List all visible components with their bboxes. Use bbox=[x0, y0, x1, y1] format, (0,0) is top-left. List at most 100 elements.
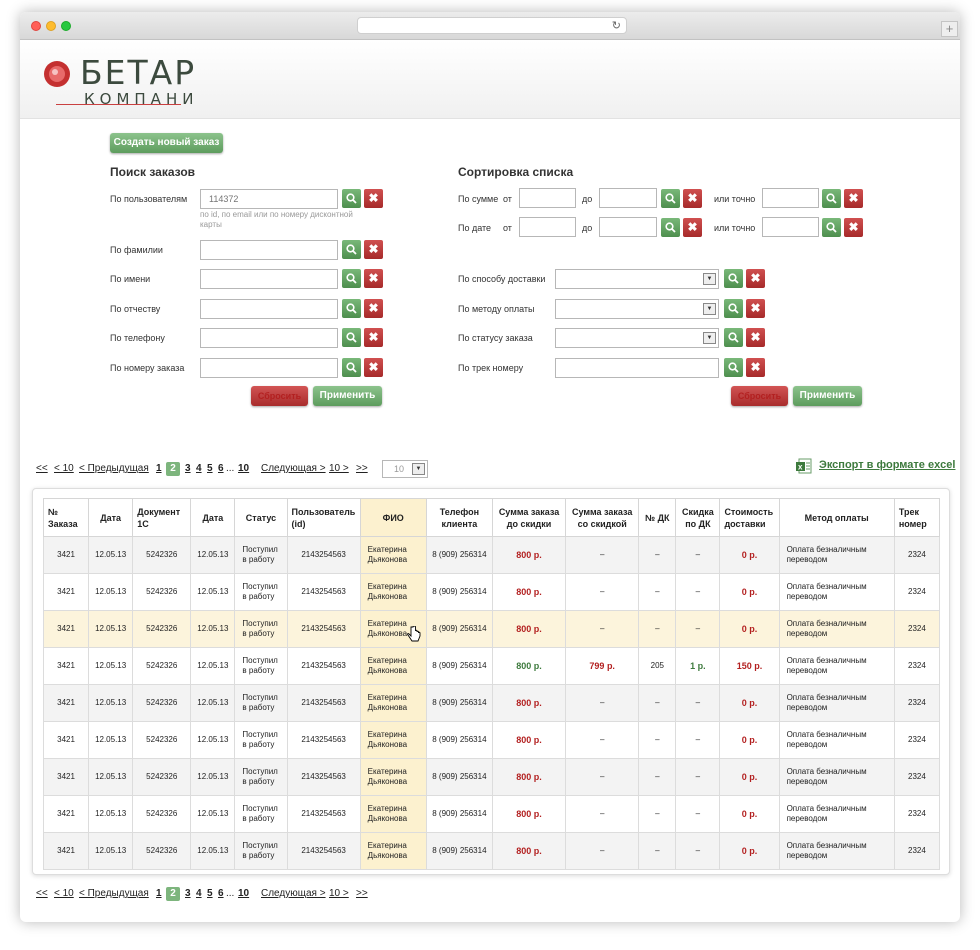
first-page-link[interactable]: << bbox=[36, 887, 48, 901]
page-link-6[interactable]: 6 bbox=[218, 462, 224, 476]
page-link-10[interactable]: 10 bbox=[238, 887, 249, 901]
date-exact-clear-button[interactable]: ✖ bbox=[844, 218, 863, 237]
table-row[interactable]: 3421 12.05.13 5242326 12.05.13 Поступил в ра… bbox=[42, 758, 941, 796]
col-doc-1c[interactable]: Документ 1С bbox=[132, 498, 192, 537]
col-user-id[interactable]: Пользователь (id) bbox=[286, 498, 361, 537]
last-page-link[interactable]: >> bbox=[356, 462, 368, 476]
per-page-select[interactable]: 10 ▼ bbox=[382, 460, 428, 478]
back-10-link[interactable]: < 10 bbox=[54, 462, 74, 476]
by-name-search-button[interactable] bbox=[342, 269, 361, 288]
back-10-link[interactable]: < 10 bbox=[54, 887, 74, 901]
page-link-3[interactable]: 3 bbox=[185, 887, 191, 901]
by-phone-search-button[interactable] bbox=[342, 328, 361, 347]
col-status[interactable]: Статус bbox=[234, 498, 288, 537]
sum-to-input[interactable] bbox=[599, 188, 657, 208]
sum-exact-input[interactable] bbox=[762, 188, 819, 208]
table-row[interactable]: 3421 12.05.13 5242326 12.05.13 Поступил в ра… bbox=[42, 536, 941, 574]
create-order-button[interactable]: Создать новый заказ bbox=[110, 133, 223, 153]
page-current[interactable]: 2 bbox=[166, 887, 180, 901]
page-link-5[interactable]: 5 bbox=[207, 462, 213, 476]
page-link-4[interactable]: 4 bbox=[196, 887, 202, 901]
date-exact-search-button[interactable] bbox=[822, 218, 841, 237]
page-current[interactable]: 2 bbox=[166, 462, 180, 476]
track-search-button[interactable] bbox=[724, 358, 743, 377]
reload-icon[interactable]: ↻ bbox=[612, 19, 621, 33]
sum-search-button[interactable] bbox=[661, 189, 680, 208]
by-order-search-button[interactable] bbox=[342, 358, 361, 377]
next-page-link[interactable]: Следующая > bbox=[261, 462, 326, 476]
page-link-1[interactable]: 1 bbox=[156, 462, 162, 476]
last-page-link[interactable]: >> bbox=[356, 887, 368, 901]
prev-page-link[interactable]: < Предыдущая bbox=[79, 462, 149, 476]
col-date[interactable]: Дата bbox=[88, 498, 134, 537]
sum-exact-clear-button[interactable]: ✖ bbox=[844, 189, 863, 208]
col-card-no[interactable]: № ДК bbox=[638, 498, 677, 537]
page-link-4[interactable]: 4 bbox=[196, 462, 202, 476]
search-reset-button[interactable]: Сбросить bbox=[251, 386, 308, 406]
date-exact-input[interactable] bbox=[762, 217, 819, 237]
by-patronymic-search-button[interactable] bbox=[342, 299, 361, 318]
by-user-search-button[interactable] bbox=[342, 189, 361, 208]
by-surname-clear-button[interactable]: ✖ bbox=[364, 240, 383, 259]
date-clear-button[interactable]: ✖ bbox=[683, 218, 702, 237]
by-user-clear-button[interactable]: ✖ bbox=[364, 189, 383, 208]
date-from-input[interactable] bbox=[519, 217, 576, 237]
by-surname-input[interactable] bbox=[200, 240, 338, 260]
col-doc-date[interactable]: Дата bbox=[190, 498, 236, 537]
table-row[interactable]: 3421 12.05.13 5242326 12.05.13 Поступил в ра… bbox=[42, 647, 941, 685]
page-link-5[interactable]: 5 bbox=[207, 887, 213, 901]
by-phone-input[interactable] bbox=[200, 328, 338, 348]
status-clear-button[interactable]: ✖ bbox=[746, 328, 765, 347]
next-page-link[interactable]: Следующая > bbox=[261, 887, 326, 901]
col-payment-method[interactable]: Метод оплаты bbox=[778, 498, 895, 537]
table-row[interactable]: 3421 12.05.13 5242326 12.05.13 Поступил в ра… bbox=[42, 610, 941, 648]
fwd-10-link[interactable]: 10 > bbox=[329, 887, 349, 901]
by-patronymic-clear-button[interactable]: ✖ bbox=[364, 299, 383, 318]
col-phone[interactable]: Телефон клиента bbox=[425, 498, 493, 537]
by-name-input[interactable] bbox=[200, 269, 338, 289]
col-card-discount[interactable]: Скидка по ДК bbox=[675, 498, 721, 537]
page-link-3[interactable]: 3 bbox=[185, 462, 191, 476]
track-clear-button[interactable]: ✖ bbox=[746, 358, 765, 377]
sum-clear-button[interactable]: ✖ bbox=[683, 189, 702, 208]
close-window-button[interactable] bbox=[31, 21, 41, 31]
table-row[interactable]: 3421 12.05.13 5242326 12.05.13 Поступил в ра… bbox=[42, 795, 941, 833]
by-surname-search-button[interactable] bbox=[342, 240, 361, 259]
sum-exact-search-button[interactable] bbox=[822, 189, 841, 208]
search-apply-button[interactable]: Применить bbox=[313, 386, 382, 406]
sort-reset-button[interactable]: Сбросить bbox=[731, 386, 788, 406]
table-row[interactable]: 3421 12.05.13 5242326 12.05.13 Поступил в ра… bbox=[42, 832, 941, 870]
by-name-clear-button[interactable]: ✖ bbox=[364, 269, 383, 288]
col-sum-after[interactable]: Сумма заказа со скидкой bbox=[565, 498, 640, 537]
fwd-10-link[interactable]: 10 > bbox=[329, 462, 349, 476]
sum-from-input[interactable] bbox=[519, 188, 576, 208]
col-order-no[interactable]: № Заказа bbox=[42, 498, 90, 537]
by-phone-clear-button[interactable]: ✖ bbox=[364, 328, 383, 347]
payment-search-button[interactable] bbox=[724, 299, 743, 318]
col-fio[interactable]: ФИО bbox=[359, 498, 427, 537]
status-search-button[interactable] bbox=[724, 328, 743, 347]
date-to-input[interactable] bbox=[599, 217, 657, 237]
maximize-window-button[interactable] bbox=[61, 21, 71, 31]
by-order-clear-button[interactable]: ✖ bbox=[364, 358, 383, 377]
status-select[interactable]: ▼ bbox=[555, 328, 719, 348]
delivery-select[interactable]: ▼ bbox=[555, 269, 719, 289]
sort-apply-button[interactable]: Применить bbox=[793, 386, 862, 406]
by-user-input[interactable] bbox=[200, 189, 338, 209]
new-tab-button[interactable]: + bbox=[941, 21, 958, 37]
col-delivery-cost[interactable]: Стоимость доставки bbox=[719, 498, 780, 537]
page-link-10[interactable]: 10 bbox=[238, 462, 249, 476]
by-order-input[interactable] bbox=[200, 358, 338, 378]
page-link-1[interactable]: 1 bbox=[156, 887, 162, 901]
col-sum-before[interactable]: Сумма заказа до скидки bbox=[491, 498, 567, 537]
delivery-clear-button[interactable]: ✖ bbox=[746, 269, 765, 288]
table-row[interactable]: 3421 12.05.13 5242326 12.05.13 Поступил в ра… bbox=[42, 573, 941, 611]
by-patronymic-input[interactable] bbox=[200, 299, 338, 319]
address-bar[interactable]: ↻ bbox=[357, 17, 627, 34]
table-row[interactable]: 3421 12.05.13 5242326 12.05.13 Поступил в ра… bbox=[42, 721, 941, 759]
payment-select[interactable]: ▼ bbox=[555, 299, 719, 319]
page-link-6[interactable]: 6 bbox=[218, 887, 224, 901]
first-page-link[interactable]: << bbox=[36, 462, 48, 476]
table-row[interactable]: 3421 12.05.13 5242326 12.05.13 Поступил в ра… bbox=[42, 684, 941, 722]
minimize-window-button[interactable] bbox=[46, 21, 56, 31]
